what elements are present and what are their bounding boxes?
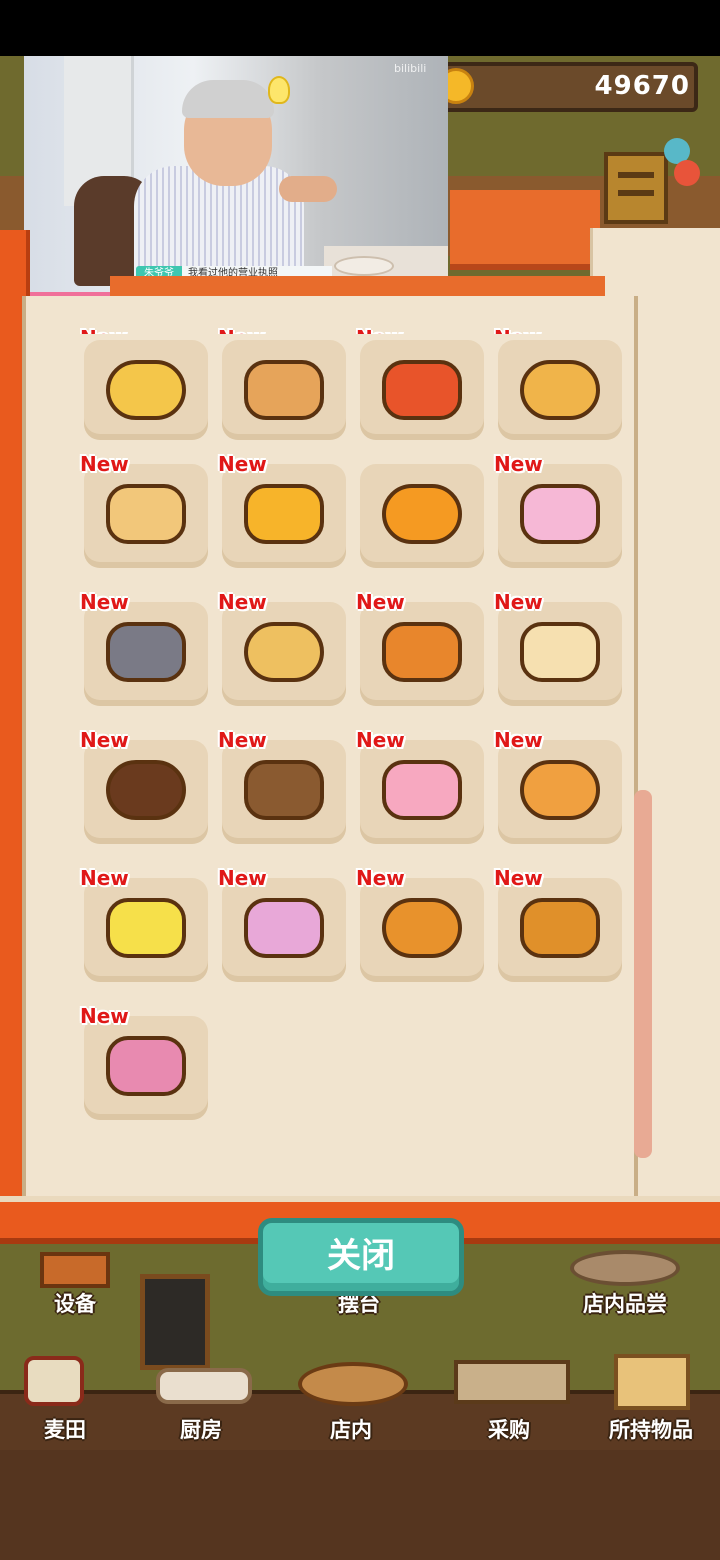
equipment-label: 设备: [54, 1292, 96, 1316]
rainbow-bun-icon: [244, 898, 324, 958]
reindeer-bun-icon: [382, 622, 462, 682]
new-badge: New: [80, 728, 129, 752]
bread-slot[interactable]: New: [218, 728, 346, 844]
bread-slot[interactable]: New: [494, 452, 622, 568]
shop-shelf-icon: [454, 1360, 570, 1404]
balloon-icon: [674, 160, 700, 186]
nav-shop[interactable]: 店内: [286, 1350, 416, 1460]
melon-pan-icon: [520, 898, 600, 958]
sandwich-icon: [106, 484, 186, 544]
new-badge: New: [494, 452, 543, 476]
chocolate-pudding-icon: [106, 760, 186, 820]
bread-slot[interactable]: New: [356, 326, 484, 440]
bread-slot[interactable]: New: [356, 590, 484, 706]
lightbulb-icon: [268, 76, 290, 104]
equipment-button[interactable]: 设备: [10, 1246, 140, 1356]
new-badge: New: [218, 452, 267, 476]
nav-kitchen[interactable]: 厨房: [136, 1350, 266, 1460]
nav-label: 店内: [330, 1418, 372, 1442]
status-bar: [0, 0, 720, 56]
bread-slot[interactable]: New: [218, 452, 346, 568]
nav-label: 麦田: [44, 1418, 86, 1442]
menu-board-icon[interactable]: [604, 152, 668, 224]
nav-inventory[interactable]: 所持物品: [586, 1350, 716, 1460]
santa-bun-icon: [520, 622, 600, 682]
new-badge: New: [218, 866, 267, 890]
video-platform-logo: bilibili: [394, 62, 427, 75]
bread-slot[interactable]: New: [80, 326, 208, 440]
mushroom-bun-icon: [106, 1036, 186, 1096]
video-overlay[interactable]: bilibili 朱爷爷 我看过他的营业执照: [24, 56, 448, 296]
new-badge: New: [494, 590, 543, 614]
new-badge: New: [356, 590, 405, 614]
dough-icon: [156, 1368, 252, 1404]
new-badge: New: [356, 866, 405, 890]
wheat-sack-icon: [24, 1356, 84, 1406]
oven-icon: [40, 1252, 110, 1288]
bread-slot[interactable]: New: [494, 590, 622, 706]
chick-bun-icon: [244, 484, 324, 544]
bread-slot[interactable]: New: [218, 326, 346, 440]
pizza-bread-icon: [244, 622, 324, 682]
nav-label: 采购: [488, 1418, 530, 1442]
new-badge: New: [80, 866, 129, 890]
book-ribbon: [450, 190, 600, 270]
new-badge: New: [218, 326, 267, 334]
new-badge: New: [494, 728, 543, 752]
coin-count: 49670: [594, 71, 690, 101]
taiyaki-icon: [520, 760, 600, 820]
nav-wheat-field[interactable]: 麦田: [0, 1350, 130, 1460]
bread-tray-icon: [298, 1362, 408, 1406]
new-badge: New: [80, 590, 129, 614]
bread-slot[interactable]: New: [80, 1004, 208, 1120]
new-badge: New: [80, 1004, 129, 1028]
new-badge: New: [218, 590, 267, 614]
bread-slot[interactable]: New: [218, 590, 346, 706]
bread-4-icon: [520, 360, 600, 420]
scrollbar[interactable]: [634, 790, 652, 1158]
nav-label: 所持物品: [609, 1418, 693, 1442]
bread-3-icon: [382, 360, 462, 420]
bread-slot[interactable]: New: [80, 866, 208, 982]
new-badge: New: [494, 326, 543, 334]
lemon-bun-icon: [106, 898, 186, 958]
box-icon: [614, 1354, 690, 1410]
bread-2-icon: [244, 360, 324, 420]
acorn-bun-icon: [382, 898, 462, 958]
nav-purchase[interactable]: 采购: [444, 1350, 574, 1460]
new-badge: New: [356, 326, 405, 334]
bread-slot[interactable]: New: [494, 728, 622, 844]
heart-bun-icon: [382, 760, 462, 820]
new-badge: New: [218, 728, 267, 752]
new-badge: New: [80, 326, 129, 334]
bread-slot[interactable]: New: [494, 326, 622, 440]
bread-1-icon: [106, 360, 186, 420]
tasting-label: 店内品尝: [583, 1292, 667, 1316]
bread-slot[interactable]: New: [356, 728, 484, 844]
shop-floor: [0, 1450, 720, 1560]
new-badge: New: [80, 452, 129, 476]
cherry-roll-icon: [244, 760, 324, 820]
bread-slot[interactable]: New: [80, 728, 208, 844]
new-badge: New: [356, 728, 405, 752]
bread-collection-grid: New New New New New New New New New New New New New N…: [80, 326, 624, 1140]
new-badge: New: [494, 866, 543, 890]
bread-slot[interactable]: New: [356, 866, 484, 982]
close-button[interactable]: 关闭: [258, 1218, 464, 1296]
bread-slot[interactable]: New: [80, 590, 208, 706]
bread-slot[interactable]: New: [494, 866, 622, 982]
nav-label: 厨房: [180, 1418, 222, 1442]
bread-slot[interactable]: [360, 464, 484, 568]
bread-slot[interactable]: New: [80, 452, 208, 568]
bread-basket-icon: [570, 1250, 680, 1286]
bread-slot[interactable]: New: [218, 866, 346, 982]
tasting-button[interactable]: 店内品尝: [560, 1246, 690, 1356]
pumpkin-bun-icon: [382, 484, 462, 544]
cat-bun-icon: [106, 622, 186, 682]
pink-bun-icon: [520, 484, 600, 544]
